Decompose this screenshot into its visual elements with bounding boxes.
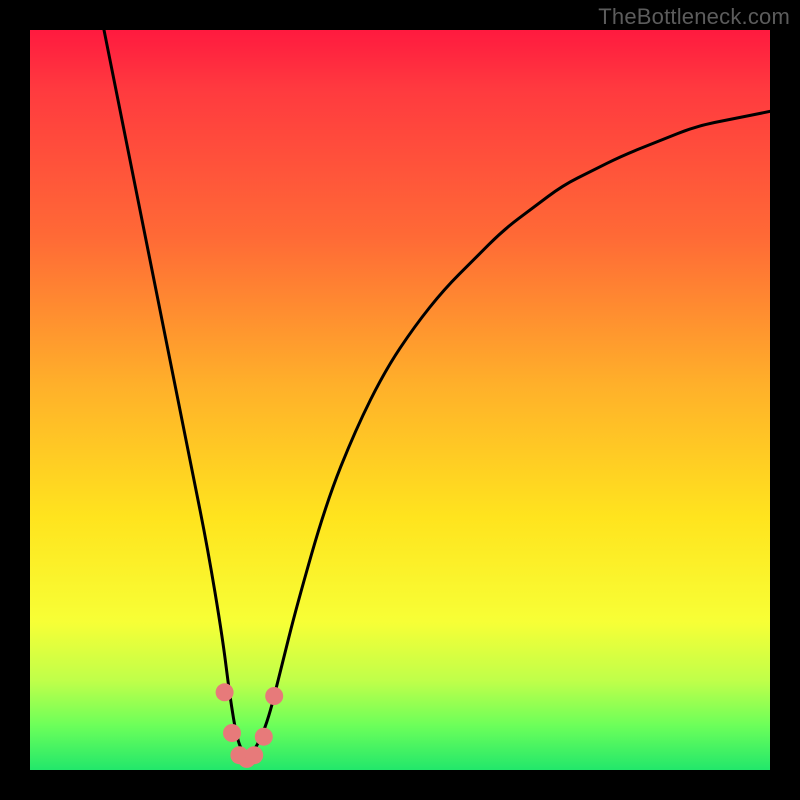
marker-point <box>216 683 234 701</box>
marker-point <box>223 724 241 742</box>
marker-point <box>265 687 283 705</box>
watermark-text: TheBottleneck.com <box>598 4 790 30</box>
marker-point <box>245 746 263 764</box>
curve-layer <box>30 30 770 770</box>
plot-area <box>30 30 770 770</box>
highlighted-points <box>216 683 284 768</box>
chart-frame: TheBottleneck.com <box>0 0 800 800</box>
bottleneck-curve <box>104 30 770 755</box>
marker-point <box>255 728 273 746</box>
